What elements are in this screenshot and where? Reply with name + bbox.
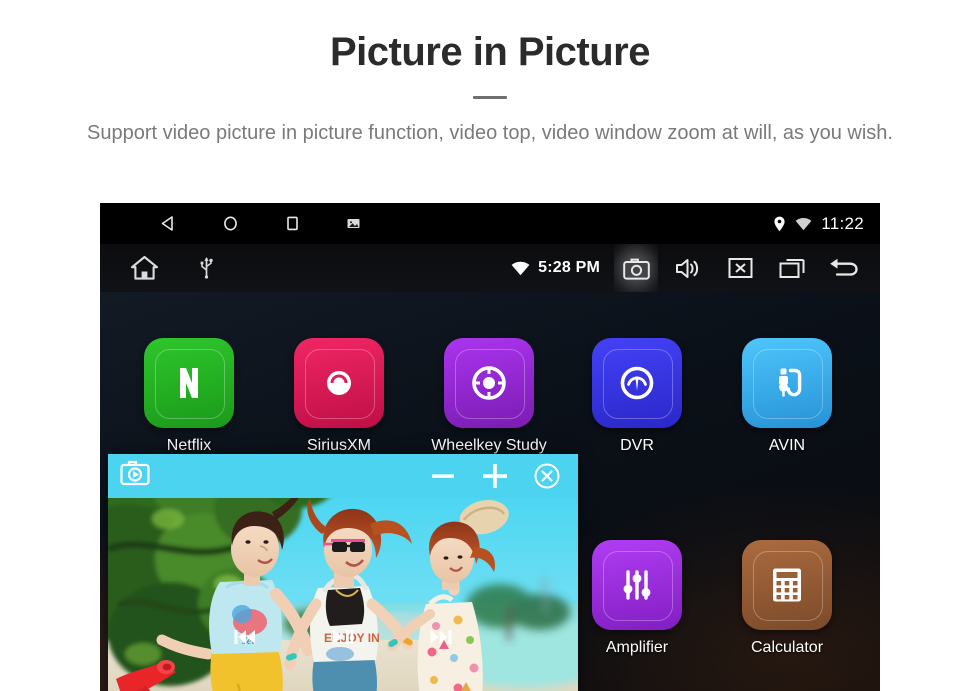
square-recents-icon[interactable] (284, 215, 301, 232)
title-divider (473, 96, 507, 99)
next-track-icon[interactable] (428, 626, 454, 648)
netflix-icon (144, 338, 234, 428)
x-in-box-icon[interactable] (718, 244, 762, 292)
nav-bar-left-group (100, 255, 214, 281)
circle-home-icon[interactable] (222, 215, 239, 232)
pip-playback-controls (108, 622, 578, 652)
system-clock: 11:22 (821, 213, 864, 233)
nav-clock: 5:28 PM (538, 259, 600, 276)
app-label: Wheelkey Study (431, 437, 547, 454)
home-icon[interactable] (130, 255, 159, 281)
system-status-icons: 11:22 (773, 203, 864, 244)
wifi-icon (511, 261, 530, 276)
app-calculator[interactable]: Calculator (722, 540, 852, 657)
play-pause-icon[interactable] (330, 626, 356, 648)
app-label: Calculator (750, 639, 824, 656)
location-pin-icon (773, 216, 786, 232)
nav-bar-right-group: 5:28 PM (511, 244, 866, 292)
app-label: AVIN (768, 437, 806, 454)
image-icon[interactable] (346, 216, 361, 231)
screen-record-icon (120, 460, 150, 486)
triangle-back-icon[interactable] (160, 215, 177, 232)
app-siriusxm[interactable]: SiriusXM (274, 338, 404, 455)
pip-window[interactable]: Jet ENJOY IN (108, 454, 578, 691)
app-netflix[interactable]: Netflix (124, 338, 254, 455)
speaker-icon[interactable] (666, 244, 710, 292)
app-label: Amplifier (605, 639, 669, 656)
gauge-icon (592, 338, 682, 428)
system-nav-buttons (100, 215, 361, 232)
device-screen: 11:22 5:28 PM Netflix SiriusXM Wheelkey … (100, 203, 880, 691)
app-label: DVR (620, 437, 654, 454)
equalizer-icon (592, 540, 682, 630)
recent-apps-icon[interactable] (770, 244, 814, 292)
pip-zoom-in-button[interactable] (478, 459, 512, 493)
camera-icon[interactable] (614, 244, 658, 292)
pip-title-bar (108, 454, 578, 498)
wheelkey-icon (444, 338, 534, 428)
pip-close-button[interactable] (530, 459, 564, 493)
launcher-home: Netflix SiriusXM Wheelkey Study DVR AVIN… (100, 292, 880, 691)
siriusxm-icon (294, 338, 384, 428)
app-wheelkey-study[interactable]: Wheelkey Study (424, 338, 554, 455)
back-arrow-icon[interactable] (822, 244, 866, 292)
pip-zoom-out-button[interactable] (426, 459, 460, 493)
page-subtitle: Support video picture in picture functio… (87, 122, 893, 144)
app-avin[interactable]: AVIN (722, 338, 852, 455)
wifi-icon (795, 217, 812, 231)
app-dvr[interactable]: DVR (572, 338, 702, 455)
launcher-nav-bar: 5:28 PM (100, 244, 880, 292)
app-label: Netflix (166, 437, 212, 454)
calculator-icon (742, 540, 832, 630)
usb-icon[interactable] (199, 257, 214, 279)
app-amplifier[interactable]: Amplifier (572, 540, 702, 657)
previous-track-icon[interactable] (232, 626, 258, 648)
app-label: SiriusXM (306, 437, 371, 454)
rca-plug-icon (742, 338, 832, 428)
page-title: Picture in Picture (330, 30, 650, 74)
promo-header: Picture in Picture Support video picture… (0, 0, 980, 148)
android-system-bar: 11:22 (100, 203, 880, 244)
